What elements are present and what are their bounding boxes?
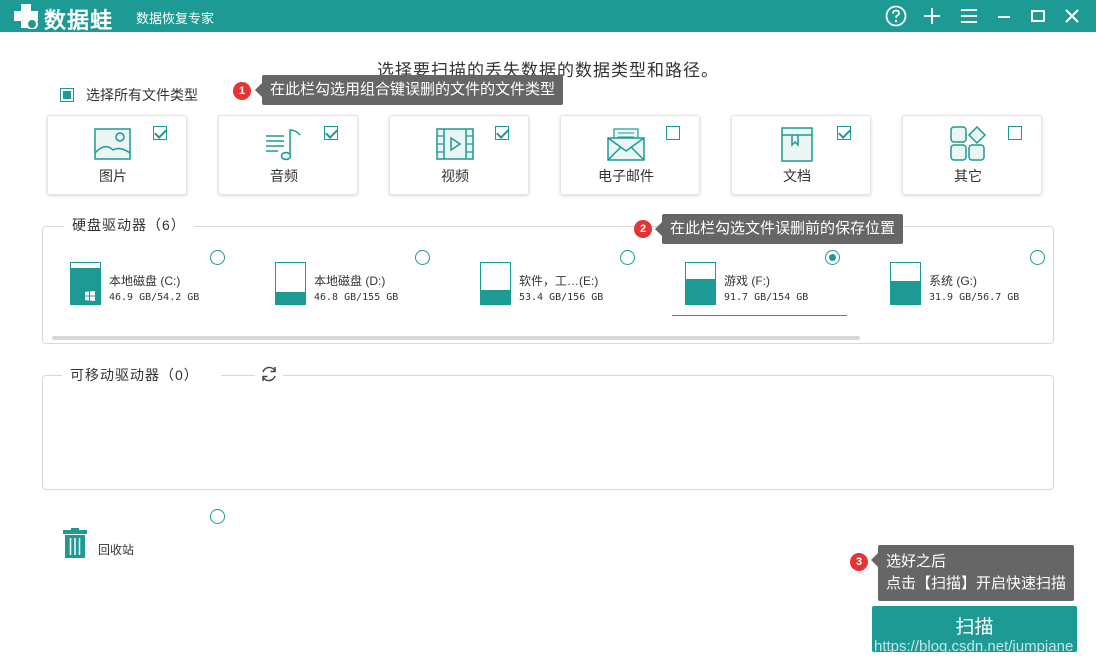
drive-usage-bar xyxy=(276,291,305,304)
file-type-email[interactable]: 电子邮件 xyxy=(560,115,700,195)
drive-d-radio[interactable] xyxy=(415,250,430,265)
select-all-checkbox[interactable]: 选择所有文件类型 xyxy=(60,85,198,105)
tooltip-file-types: 在此栏勾选用组合键误删的文件的文件类型 xyxy=(254,75,564,105)
drive-icon xyxy=(685,262,716,305)
drive-usage-bar xyxy=(891,281,920,304)
document-icon xyxy=(781,127,813,162)
drive-size: 31.9 GB/56.7 GB xyxy=(929,292,1020,303)
email-type-checkbox[interactable] xyxy=(666,126,680,140)
title-bar: 数据蛙 数据恢复专家 xyxy=(0,0,1096,33)
tooltip-scan-hint: 选好之后 点击【扫描】开启快速扫描 xyxy=(870,545,1075,601)
file-type-label: 电子邮件 xyxy=(598,168,654,184)
file-type-label: 图片 xyxy=(99,168,127,184)
recycle-bin-label: 回收站 xyxy=(98,543,135,557)
removable-drive-group xyxy=(42,375,1054,490)
tooltip-drive-location: 在此栏勾选文件误删前的保存位置 xyxy=(654,214,904,244)
refresh-icon xyxy=(262,366,276,382)
logo-cross-icon xyxy=(14,4,38,29)
file-type-document[interactable]: 文档 xyxy=(731,115,871,195)
drive-size: 46.8 GB/155 GB xyxy=(314,292,399,303)
tooltip-scan-line-1: 选好之后 xyxy=(886,553,947,570)
drive-size: 53.4 GB/156 GB xyxy=(519,292,604,303)
file-type-label: 其它 xyxy=(954,168,982,184)
drive-name: 本地磁盘 (C:) xyxy=(109,274,181,288)
file-type-image[interactable]: 图片 xyxy=(47,115,187,195)
select-all-label: 选择所有文件类型 xyxy=(86,87,198,103)
drive-size: 46.9 GB/54.2 GB xyxy=(109,292,200,303)
drive-e-radio[interactable] xyxy=(620,250,635,265)
app-title: 数据恢复专家 xyxy=(136,11,215,26)
minimize-icon xyxy=(998,16,1010,18)
close-button[interactable] xyxy=(1059,3,1085,29)
step-badge-3: 3 xyxy=(850,553,868,571)
audio-type-checkbox[interactable] xyxy=(324,126,338,140)
selected-drive-underline xyxy=(672,315,847,316)
drive-name: 游戏 (F:) xyxy=(724,274,770,288)
tooltip-scan-line-2: 点击【扫描】开启快速扫描 xyxy=(886,575,1067,592)
help-button[interactable] xyxy=(883,3,909,29)
drive-usage-bar xyxy=(481,290,510,304)
windows-drive-icon xyxy=(70,262,101,305)
file-type-label: 音频 xyxy=(270,168,298,184)
maximize-button[interactable] xyxy=(1025,3,1051,29)
file-type-label: 文档 xyxy=(783,168,811,184)
document-type-checkbox[interactable] xyxy=(837,126,851,140)
drive-icon xyxy=(890,262,921,305)
drive-name: 软件，工…(E:) xyxy=(519,274,599,288)
other-icon xyxy=(950,126,987,161)
drive-size: 91.7 GB/154 GB xyxy=(724,292,809,303)
removable-drive-group-title: 可移动驱动器（0） xyxy=(62,365,221,385)
help-icon xyxy=(885,5,907,27)
file-type-audio[interactable]: 音频 xyxy=(218,115,358,195)
recycle-bin-option[interactable]: 回收站 xyxy=(62,528,134,558)
drive-icon xyxy=(275,262,306,305)
step-badge-2: 2 xyxy=(634,220,652,238)
menu-icon xyxy=(961,9,977,23)
drive-c-radio[interactable] xyxy=(210,250,225,265)
maximize-icon xyxy=(1031,10,1045,22)
drive-f-radio[interactable] xyxy=(825,250,840,265)
email-icon xyxy=(607,128,645,161)
refresh-button[interactable] xyxy=(255,364,283,384)
drive-icon xyxy=(480,262,511,305)
hard-drive-group-title: 硬盘驱动器（6） xyxy=(64,215,194,235)
audio-icon xyxy=(266,129,301,161)
logo-text: 数据蛙 xyxy=(44,8,114,33)
file-type-label: 视频 xyxy=(441,168,469,184)
drive-g-radio[interactable] xyxy=(1030,250,1045,265)
drive-name: 系统 (G:) xyxy=(929,274,977,288)
select-all-box[interactable] xyxy=(60,88,74,102)
other-type-checkbox[interactable] xyxy=(1008,126,1022,140)
watermark-text: https://blog.csdn.net/jumpjane xyxy=(874,638,1074,655)
recycle-bin-radio[interactable] xyxy=(210,509,225,524)
image-type-checkbox[interactable] xyxy=(153,126,167,140)
close-icon xyxy=(1065,9,1079,23)
drive-usage-bar xyxy=(686,279,715,304)
step-badge-1: 1 xyxy=(233,82,251,100)
add-button[interactable] xyxy=(919,3,945,29)
trash-icon xyxy=(63,528,87,558)
drive-list-scrollbar[interactable] xyxy=(52,336,860,340)
file-type-other[interactable]: 其它 xyxy=(902,115,1042,195)
windows-logo-icon xyxy=(85,291,95,301)
video-type-checkbox[interactable] xyxy=(495,126,509,140)
minimize-button[interactable] xyxy=(991,3,1017,29)
menu-button[interactable] xyxy=(956,3,982,29)
video-icon xyxy=(436,128,474,160)
drive-name: 本地磁盘 (D:) xyxy=(314,274,386,288)
file-type-video[interactable]: 视频 xyxy=(389,115,529,195)
image-icon xyxy=(94,128,131,160)
plus-icon xyxy=(924,8,940,24)
